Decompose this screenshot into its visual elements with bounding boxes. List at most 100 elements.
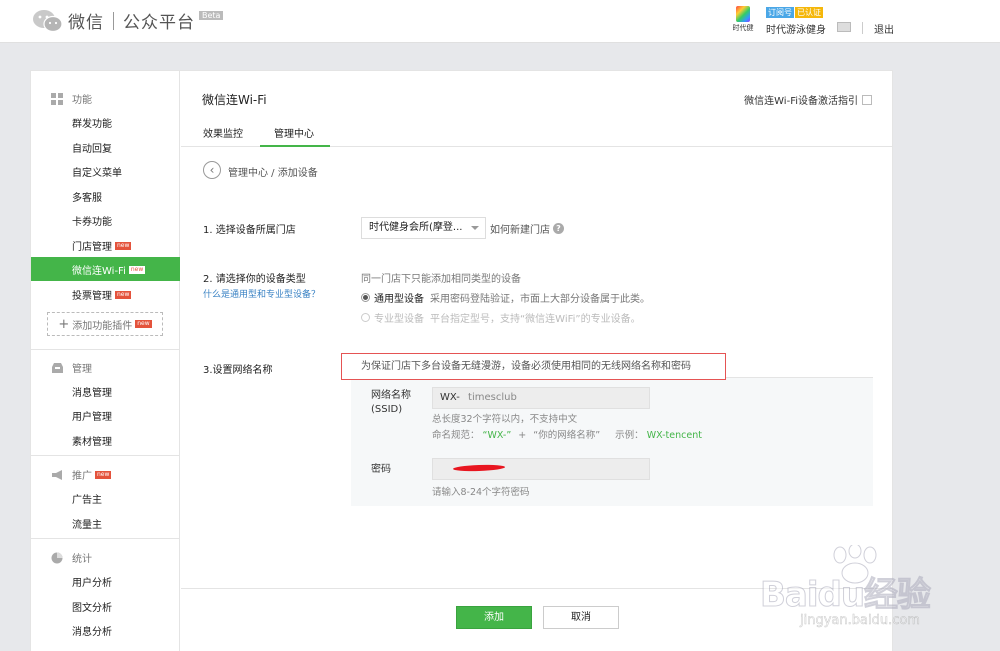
store-select[interactable]: 时代健身会所(摩登... bbox=[361, 217, 486, 239]
device-type-help-link[interactable]: 什么是通用型和专业型设备？ bbox=[203, 287, 320, 300]
radio-unchecked-icon bbox=[361, 313, 370, 322]
account-caption: 时代健 bbox=[732, 24, 754, 32]
sidebar-item-label: 门店管理 bbox=[72, 242, 112, 253]
sidebar-item-advertiser[interactable]: 广告主 bbox=[72, 491, 102, 506]
back-arrow-icon[interactable]: ‹ bbox=[203, 161, 221, 179]
rule-example-label: 示例： bbox=[615, 430, 644, 441]
baidu-jingyan-watermark: Baidu经验 jingyan.baidu.com bbox=[759, 545, 950, 635]
option-name: 通用型设备 bbox=[374, 294, 424, 305]
step2-label: 2. 请选择你的设备类型 bbox=[203, 274, 306, 285]
howto-label: 如何新建门店 bbox=[490, 225, 550, 236]
account-logo-icon bbox=[736, 6, 750, 22]
sidebar-divider bbox=[31, 538, 180, 539]
add-plugin-label: 添加功能插件 bbox=[72, 320, 133, 332]
ssid-label-line2: (SSID) bbox=[371, 404, 403, 415]
sidebar-divider bbox=[31, 349, 180, 350]
breadcrumb: 管理中心 / 添加设备 bbox=[228, 168, 318, 179]
add-button[interactable]: 添加 bbox=[456, 606, 532, 629]
new-badge: new bbox=[115, 290, 132, 299]
ssid-prefix: WX- bbox=[440, 392, 460, 403]
app-name: 微信 bbox=[68, 13, 104, 33]
sidebar-section-label: 推广 bbox=[72, 471, 92, 482]
cancel-button[interactable]: 取消 bbox=[543, 606, 619, 629]
sidebar-item-user-analysis[interactable]: 用户分析 bbox=[72, 574, 112, 589]
ssid-label: 网络名称 (SSID) bbox=[371, 389, 411, 417]
option-description: 平台指定型号，支持“微信连WiFi”的专业设备。 bbox=[430, 314, 641, 325]
ssid-naming-rule: 命名规范： “WX-” + “你的网络名称” 示例： WX-tencent bbox=[432, 427, 702, 441]
chevron-down-icon bbox=[471, 226, 479, 230]
header-divider bbox=[862, 22, 863, 34]
help-icon[interactable]: ? bbox=[553, 223, 564, 234]
account-avatar[interactable]: 时代健 bbox=[731, 6, 755, 36]
add-plugin-button[interactable]: + 添加功能插件 new bbox=[47, 312, 163, 336]
verified-badge: 已认证 bbox=[795, 7, 823, 18]
watermark-url: jingyan.baidu.com bbox=[800, 613, 920, 629]
warning-box: 为保证门店下多台设备无缝漫游，设备必须使用相同的无线网络名称和密码 bbox=[341, 353, 726, 380]
account-name[interactable]: 时代游泳健身 bbox=[766, 21, 826, 36]
mail-icon[interactable] bbox=[837, 22, 851, 32]
subscription-badge: 订阅号 bbox=[766, 7, 794, 18]
guide-label: 微信连Wi-Fi设备激活指引 bbox=[744, 96, 858, 107]
tab-management-center[interactable]: 管理中心 bbox=[274, 125, 314, 140]
pie-chart-icon bbox=[51, 552, 64, 564]
sidebar: 功能 群发功能 自动回复 自定义菜单 多客服 卡券功能 门店管理 new 微信连… bbox=[31, 71, 180, 651]
step3-label: 3.设置网络名称 bbox=[203, 365, 273, 376]
tab-bar: 效果监控 管理中心 bbox=[181, 122, 893, 147]
store-select-value: 时代健身会所(摩登... bbox=[369, 222, 463, 233]
sidebar-item-custom-menu[interactable]: 自定义菜单 bbox=[72, 164, 122, 179]
new-badge: new bbox=[115, 241, 132, 250]
activation-guide-link[interactable]: 微信连Wi-Fi设备激活指引 bbox=[744, 92, 872, 107]
sidebar-item-cards[interactable]: 卡券功能 bbox=[72, 213, 112, 228]
wechat-logo-icon bbox=[32, 9, 64, 33]
platform-name: 公众平台 bbox=[123, 13, 195, 33]
tab-monitoring[interactable]: 效果监控 bbox=[203, 125, 243, 140]
password-input[interactable] bbox=[432, 458, 650, 480]
radio-general-device[interactable]: 通用型设备 采用密码登陆验证，市面上大部分设备属于此类。 bbox=[361, 290, 650, 305]
plus-icon: + bbox=[58, 316, 70, 332]
rule-example: WX-tencent bbox=[646, 430, 702, 441]
beta-badge: Beta bbox=[199, 11, 224, 20]
sidebar-item-label: 微信连Wi-Fi bbox=[72, 266, 126, 277]
how-to-create-store-link[interactable]: 如何新建门店 ? bbox=[490, 221, 564, 236]
radio-professional-device[interactable]: 专业型设备 平台指定型号，支持“微信连WiFi”的专业设备。 bbox=[361, 310, 641, 325]
sidebar-item-users[interactable]: 用户管理 bbox=[72, 408, 112, 423]
sidebar-section-label: 管理 bbox=[72, 364, 92, 375]
step1-label: 1. 选择设备所属门店 bbox=[203, 225, 296, 236]
sidebar-item-wechat-wifi[interactable]: 微信连Wi-Fi new bbox=[31, 257, 180, 281]
sidebar-item-vote[interactable]: 投票管理 new bbox=[72, 287, 132, 302]
new-badge: new bbox=[95, 470, 112, 479]
sidebar-item-auto-reply[interactable]: 自动回复 bbox=[72, 140, 112, 155]
page-title: 微信连Wi-Fi bbox=[202, 93, 267, 107]
sidebar-item-materials[interactable]: 素材管理 bbox=[72, 433, 112, 448]
sidebar-item-label: 投票管理 bbox=[72, 291, 112, 302]
wechat-logo[interactable]: 微信 公众平台 Beta bbox=[32, 8, 224, 33]
logo-divider bbox=[113, 11, 114, 30]
sidebar-section-label: 功能 bbox=[72, 95, 92, 106]
rule-name: “你的网络名称” bbox=[533, 430, 601, 441]
sidebar-item-message-analysis[interactable]: 消息分析 bbox=[72, 623, 112, 638]
sidebar-section-management: 管理 bbox=[51, 360, 92, 375]
option-name: 专业型设备 bbox=[374, 314, 424, 325]
radio-checked-icon bbox=[361, 293, 370, 302]
sidebar-item-mass-send[interactable]: 群发功能 bbox=[72, 115, 112, 130]
rule-plus: + bbox=[518, 430, 527, 441]
device-type-hint: 同一门店下只能添加相同类型的设备 bbox=[361, 274, 521, 285]
ssid-value: timesclub bbox=[468, 392, 517, 403]
ssid-input[interactable]: WX- timesclub bbox=[432, 387, 650, 409]
document-icon bbox=[862, 94, 872, 105]
sidebar-item-publisher[interactable]: 流量主 bbox=[72, 516, 102, 531]
sidebar-item-stores[interactable]: 门店管理 new bbox=[72, 238, 132, 253]
sidebar-item-article-analysis[interactable]: 图文分析 bbox=[72, 599, 112, 614]
logout-link[interactable]: 退出 bbox=[874, 21, 894, 36]
inbox-icon bbox=[51, 362, 64, 374]
new-badge: new bbox=[128, 265, 146, 274]
password-label: 密码 bbox=[371, 464, 391, 475]
ssid-length-note: 总长度32个字符以内，不支持中文 bbox=[432, 414, 578, 425]
top-header: 微信 公众平台 Beta 时代健 订阅号 已认证 时代游泳健身 退出 bbox=[0, 0, 1000, 43]
watermark-text: Baidu经验 bbox=[759, 575, 931, 616]
sidebar-item-messages[interactable]: 消息管理 bbox=[72, 384, 112, 399]
sidebar-section-promotion: 推广 new bbox=[51, 467, 112, 482]
sidebar-item-customer-service[interactable]: 多客服 bbox=[72, 189, 102, 204]
sidebar-section-label: 统计 bbox=[72, 554, 92, 565]
rule-wx: “WX-” bbox=[482, 430, 512, 441]
